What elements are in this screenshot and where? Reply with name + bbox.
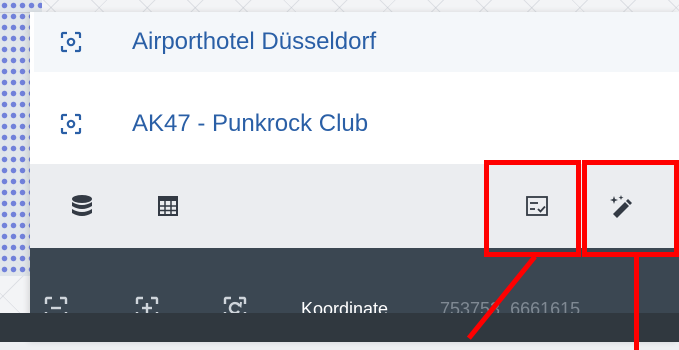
result-label[interactable]: Airporthotel Düsseldorf [132,28,376,56]
result-label[interactable]: AK47 - Punkrock Club [132,110,368,138]
annotation-highlight-checklist [484,160,581,257]
annotation-pointer-line [634,255,639,350]
result-item-airporthotel[interactable]: Airporthotel Düsseldorf [34,12,679,72]
status-bar-bottom [0,313,679,342]
focus-target-icon[interactable] [60,113,82,135]
annotation-highlight-edit [582,160,679,257]
result-item-ak47[interactable]: AK47 - Punkrock Club [34,94,679,154]
focus-target-icon[interactable] [60,31,82,53]
database-icon[interactable] [64,188,100,224]
calculator-icon[interactable] [150,188,186,224]
